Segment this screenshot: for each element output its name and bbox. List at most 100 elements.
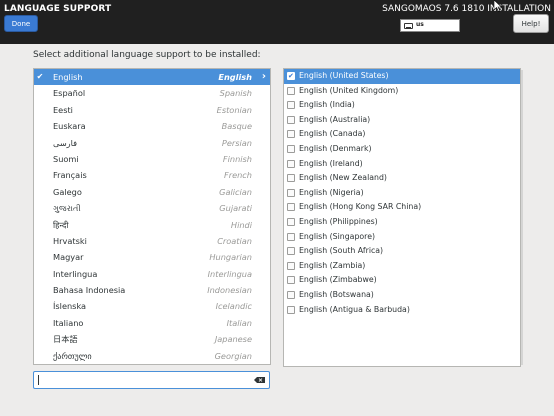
- language-row[interactable]: فارسی Persian: [34, 135, 270, 151]
- language-row[interactable]: Italiano Italian: [34, 315, 270, 331]
- locale-label: English (Philippines): [299, 216, 378, 226]
- locale-label: English (Antigua & Barbuda): [299, 304, 410, 314]
- locale-checkbox[interactable]: [287, 232, 295, 241]
- installation-title: SANGOMAOS 7.6 1810 INSTALLATION: [382, 4, 551, 14]
- language-english-name: Galician: [219, 186, 252, 197]
- language-english-name: French: [224, 170, 252, 181]
- locale-label: English (Nigeria): [299, 187, 364, 197]
- language-english-name: Basque: [221, 121, 252, 132]
- locale-checkbox[interactable]: [287, 101, 295, 110]
- locale-checkbox[interactable]: [287, 276, 295, 285]
- language-native-name: ગુજરાતી: [53, 203, 81, 214]
- language-row[interactable]: Hrvatski Croatian: [34, 233, 270, 249]
- locale-checkbox[interactable]: [287, 247, 295, 256]
- language-english-name: Indonesian: [207, 285, 252, 296]
- keyboard-layout-indicator[interactable]: us: [400, 19, 460, 32]
- locale-checkbox[interactable]: ✔: [287, 72, 295, 80]
- locale-checkbox[interactable]: [287, 188, 295, 197]
- locale-row[interactable]: English (New Zealand): [284, 171, 520, 186]
- locale-row[interactable]: English (Ireland): [284, 157, 520, 172]
- language-row[interactable]: 日本語 Japanese: [34, 331, 270, 347]
- language-row[interactable]: ქართული Georgian: [34, 348, 270, 364]
- language-native-name: Suomi: [53, 153, 79, 164]
- language-row[interactable]: Galego Galician: [34, 184, 270, 200]
- locale-row[interactable]: English (Nigeria): [284, 186, 520, 201]
- locale-row[interactable]: English (Botswana): [284, 288, 520, 303]
- chevron-right-icon: ›: [261, 71, 266, 82]
- language-english-name: Finnish: [222, 153, 252, 164]
- locale-label: English (Zambia): [299, 260, 366, 270]
- locale-checkbox[interactable]: [287, 290, 295, 299]
- language-english-name: Hungarian: [209, 252, 252, 263]
- locale-row[interactable]: English (South Africa): [284, 244, 520, 259]
- locale-row[interactable]: English (Canada): [284, 127, 520, 142]
- language-row[interactable]: ગુજરાતી Gujarati: [34, 200, 270, 216]
- done-button[interactable]: Done: [4, 15, 38, 32]
- language-row[interactable]: Español Spanish: [34, 85, 270, 101]
- locale-label: English (India): [299, 100, 355, 110]
- language-english-name: Croatian: [217, 235, 252, 246]
- locale-row[interactable]: English (Zambia): [284, 259, 520, 274]
- help-button[interactable]: Help!: [513, 14, 549, 33]
- language-list[interactable]: ✔ English English › Español Spanish Eesti Eston…: [33, 68, 271, 365]
- language-english-name: Interlingua: [207, 268, 252, 279]
- locale-checkbox[interactable]: [287, 130, 295, 139]
- locale-row[interactable]: English (Zimbabwe): [284, 273, 520, 288]
- locale-checkbox[interactable]: [287, 305, 295, 314]
- locale-row[interactable]: English (Denmark): [284, 142, 520, 157]
- language-native-name: Français: [53, 170, 87, 181]
- language-english-name: Persian: [221, 137, 252, 148]
- locale-checkbox[interactable]: [287, 261, 295, 270]
- language-english-name: Hindi: [230, 219, 252, 230]
- locale-checkbox[interactable]: [287, 115, 295, 124]
- locale-row[interactable]: English (United Kingdom): [284, 84, 520, 99]
- language-native-name: فارسی: [53, 137, 78, 148]
- instruction-label: Select additional language support to be…: [33, 50, 261, 60]
- language-native-name: English: [53, 72, 83, 82]
- locale-label: English (United Kingdom): [299, 85, 399, 95]
- language-row[interactable]: Euskara Basque: [34, 118, 270, 134]
- language-native-name: Español: [53, 88, 86, 99]
- clear-text-icon[interactable]: [254, 377, 265, 383]
- locale-row[interactable]: English (Australia): [284, 113, 520, 128]
- spoke-title: LANGUAGE SUPPORT: [4, 4, 112, 14]
- locale-row[interactable]: English (India): [284, 98, 520, 113]
- locale-row[interactable]: English (Singapore): [284, 230, 520, 245]
- mouse-pointer-icon: [494, 0, 502, 12]
- locale-list[interactable]: ✔ English (United States) English (United …: [283, 68, 521, 367]
- language-search-input[interactable]: [33, 371, 270, 389]
- language-english-name: Georgian: [214, 350, 252, 361]
- language-english-name: Japanese: [214, 334, 252, 345]
- language-row[interactable]: Bahasa Indonesia Indonesian: [34, 282, 270, 298]
- language-row[interactable]: हिन्दी Hindi: [34, 217, 270, 233]
- language-row[interactable]: Eesti Estonian: [34, 102, 270, 118]
- locale-checkbox[interactable]: [287, 217, 295, 226]
- locale-checkbox[interactable]: [287, 174, 295, 183]
- locale-checkbox[interactable]: [287, 86, 295, 95]
- language-row[interactable]: ✔ English English ›: [34, 69, 270, 86]
- language-native-name: Hrvatski: [53, 235, 87, 246]
- locale-row[interactable]: ✔ English (United States): [284, 69, 520, 84]
- language-english-name: Italian: [226, 317, 252, 328]
- locale-label: English (Zimbabwe): [299, 275, 377, 285]
- locale-row[interactable]: English (Hong Kong SAR China): [284, 200, 520, 215]
- language-native-name: Eesti: [53, 104, 73, 115]
- locale-row[interactable]: English (Philippines): [284, 215, 520, 230]
- locale-label: English (Hong Kong SAR China): [299, 202, 422, 212]
- language-row[interactable]: Íslenska Icelandic: [34, 298, 270, 314]
- keyboard-layout-label: us: [416, 21, 424, 28]
- language-row[interactable]: Magyar Hungarian: [34, 249, 270, 265]
- locale-checkbox[interactable]: [287, 159, 295, 168]
- locale-label: English (Denmark): [299, 143, 372, 153]
- locale-checkbox[interactable]: [287, 203, 295, 212]
- locale-label: English (South Africa): [299, 246, 384, 256]
- language-row[interactable]: Français French: [34, 167, 270, 183]
- language-row[interactable]: Interlingua Interlingua: [34, 266, 270, 282]
- locale-list-scrollbar[interactable]: [521, 70, 523, 365]
- language-row[interactable]: Suomi Finnish: [34, 151, 270, 167]
- language-native-name: Magyar: [53, 252, 84, 263]
- language-native-name: Galego: [53, 186, 82, 197]
- locale-checkbox[interactable]: [287, 144, 295, 153]
- locale-row[interactable]: English (Antigua & Barbuda): [284, 303, 520, 318]
- language-native-name: Euskara: [53, 121, 86, 132]
